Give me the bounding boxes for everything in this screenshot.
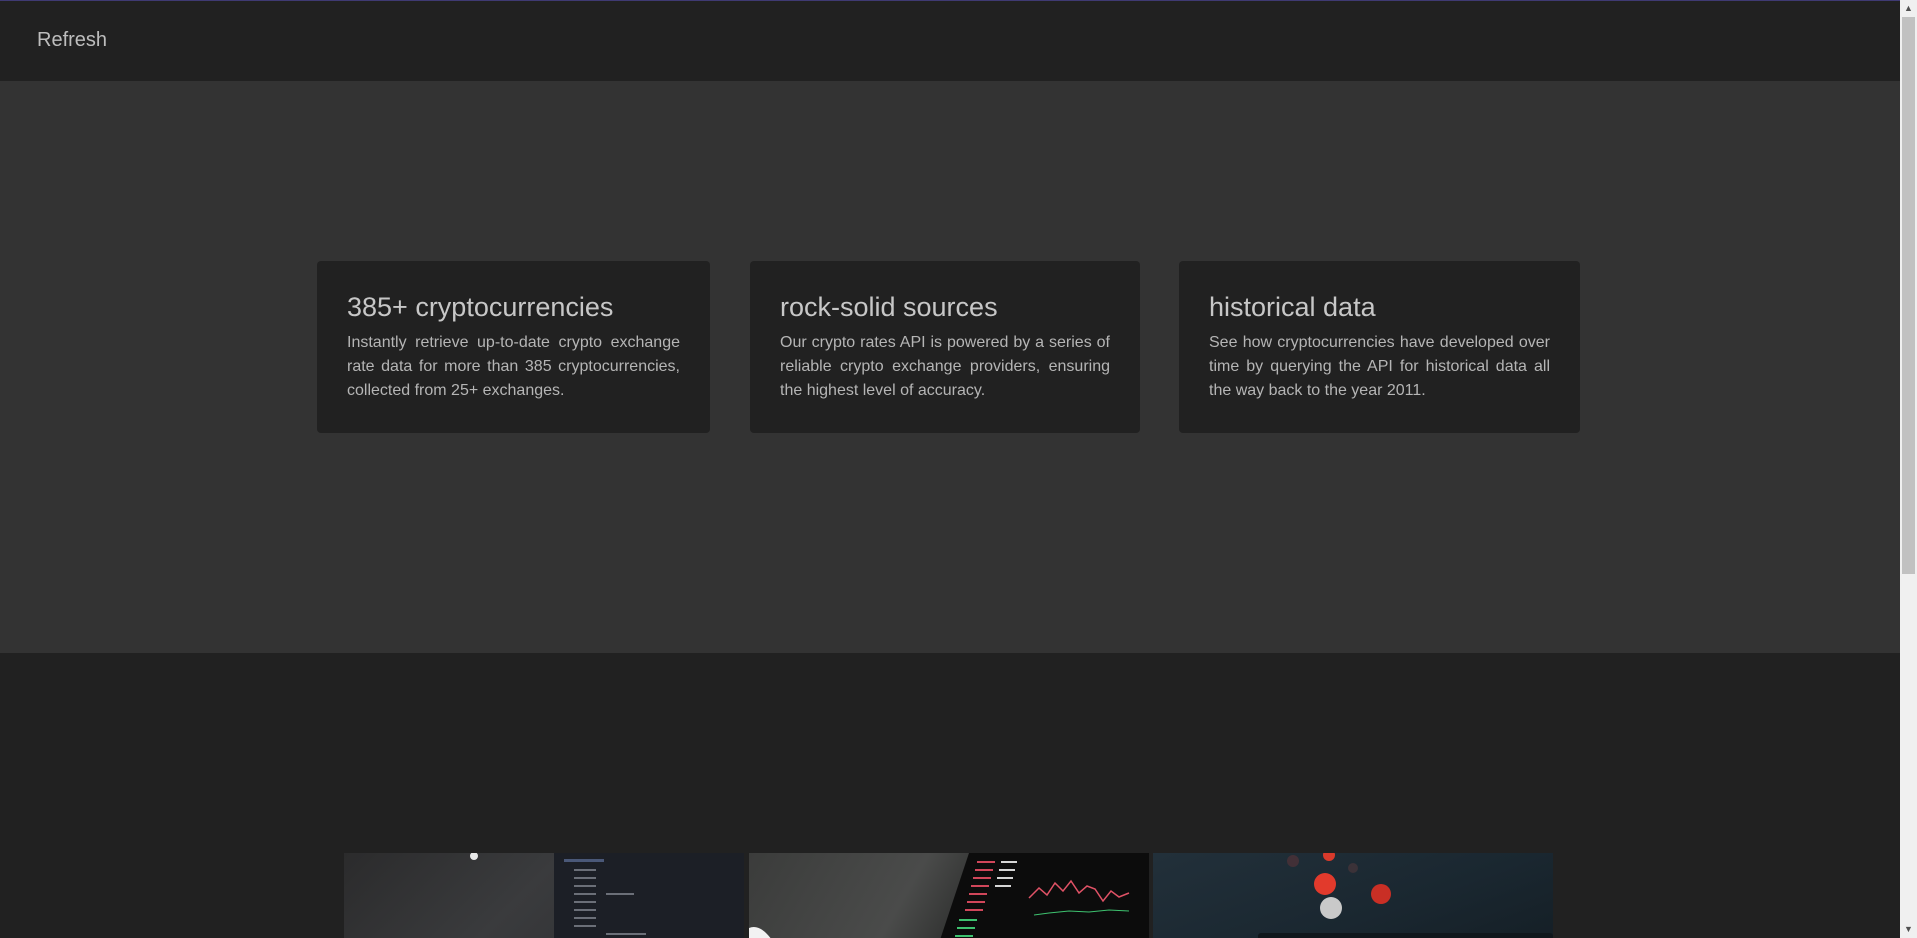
feature-description: Our crypto rates API is powered by a ser…	[780, 334, 1110, 399]
laptop-screen-illustration	[470, 853, 744, 938]
refresh-link[interactable]: Refresh	[37, 29, 107, 52]
feature-title: rock-solid sources	[780, 292, 998, 322]
scrollbar-thumb[interactable]	[1902, 17, 1915, 574]
features-section: 385+ cryptocurrencies Instantly retrieve…	[0, 81, 1900, 653]
triangle-up-icon[interactable]: ▲	[1900, 0, 1917, 17]
triangle-down-icon[interactable]: ▼	[1900, 921, 1917, 938]
bokeh-illustration	[1258, 853, 1553, 938]
navbar: Refresh	[0, 1, 1900, 81]
trading-chart-illustration	[749, 853, 1149, 938]
feature-card-sources: rock-solid sources Our crypto rates API …	[750, 261, 1140, 433]
feature-card-historical: historical data See how cryptocurrencies…	[1179, 261, 1580, 433]
feature-description: Instantly retrieve up-to-date crypto exc…	[347, 334, 680, 399]
gallery-image-trading-phone	[749, 853, 1149, 938]
feature-title: historical data	[1209, 292, 1376, 322]
gallery-image-bokeh-lights	[1153, 853, 1553, 938]
vertical-scrollbar[interactable]: ▲ ▼	[1900, 0, 1917, 938]
image-gallery-section	[0, 653, 1900, 938]
page: Refresh 385+ cryptocurrencies Instantly …	[0, 0, 1900, 938]
feature-description: See how cryptocurrencies have developed …	[1209, 334, 1550, 399]
feature-title: 385+ cryptocurrencies	[347, 292, 614, 322]
feature-card-cryptocurrencies: 385+ cryptocurrencies Instantly retrieve…	[317, 261, 710, 433]
gallery-image-laptop-screen	[344, 853, 744, 938]
